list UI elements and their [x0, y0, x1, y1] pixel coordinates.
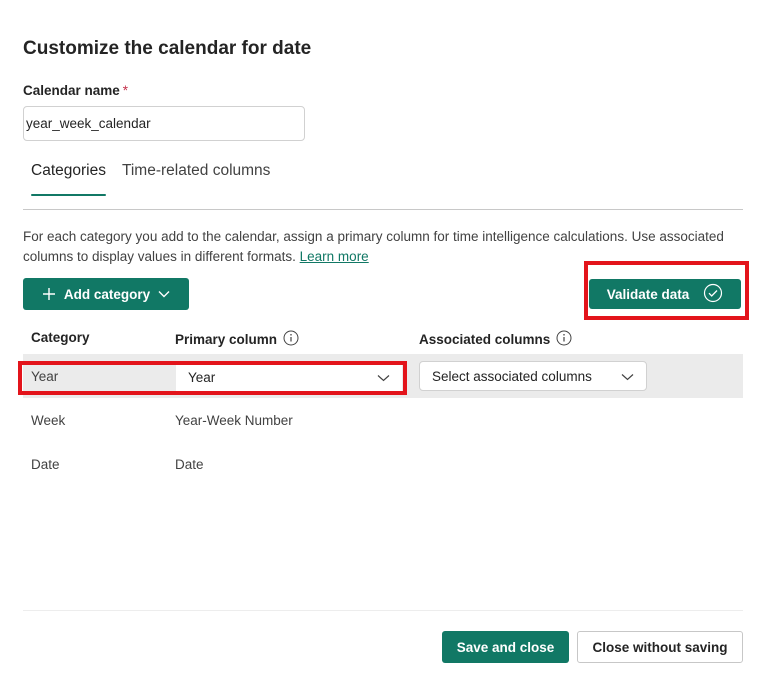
info-icon[interactable] [283, 330, 299, 349]
calendar-name-label-text: Calendar name [23, 83, 120, 98]
row-week-category[interactable]: Week [31, 413, 65, 428]
dialog-title: Customize the calendar for date [23, 38, 312, 59]
description-text: For each category you add to the calenda… [23, 229, 724, 264]
add-category-label: Add category [63, 286, 151, 302]
tab-categories[interactable]: Categories [23, 158, 114, 196]
tab-list: Categories Time-related columns [23, 158, 278, 196]
header-primary-column: Primary column [175, 330, 299, 349]
row-week-primary[interactable]: Year-Week Number [175, 413, 293, 428]
plus-icon [42, 287, 56, 301]
add-category-button[interactable]: Add category [23, 278, 189, 310]
associated-columns-select[interactable]: Select associated columns [419, 361, 647, 391]
chevron-down-icon [158, 290, 170, 298]
header-primary-label: Primary column [175, 332, 278, 347]
associated-columns-placeholder: Select associated columns [432, 368, 592, 384]
tabs-divider [23, 209, 743, 210]
footer-divider [23, 610, 743, 611]
tab-time-related-columns[interactable]: Time-related columns [114, 158, 278, 194]
calendar-name-label: Calendar name * [23, 83, 128, 98]
required-marker: * [122, 83, 129, 98]
info-icon[interactable] [556, 330, 572, 349]
header-category: Category [31, 330, 90, 345]
calendar-name-input[interactable] [23, 106, 305, 141]
year-row-highlight-box [18, 361, 407, 395]
learn-more-link[interactable]: Learn more [300, 249, 369, 264]
row-date-primary[interactable]: Date [175, 457, 204, 472]
header-associated-label: Associated columns [419, 332, 551, 347]
validate-highlight-box [584, 261, 749, 320]
chevron-down-icon [621, 369, 634, 384]
header-associated-columns: Associated columns [419, 330, 572, 349]
close-without-saving-button[interactable]: Close without saving [577, 631, 743, 663]
row-date-category[interactable]: Date [31, 457, 60, 472]
save-and-close-button[interactable]: Save and close [442, 631, 569, 663]
